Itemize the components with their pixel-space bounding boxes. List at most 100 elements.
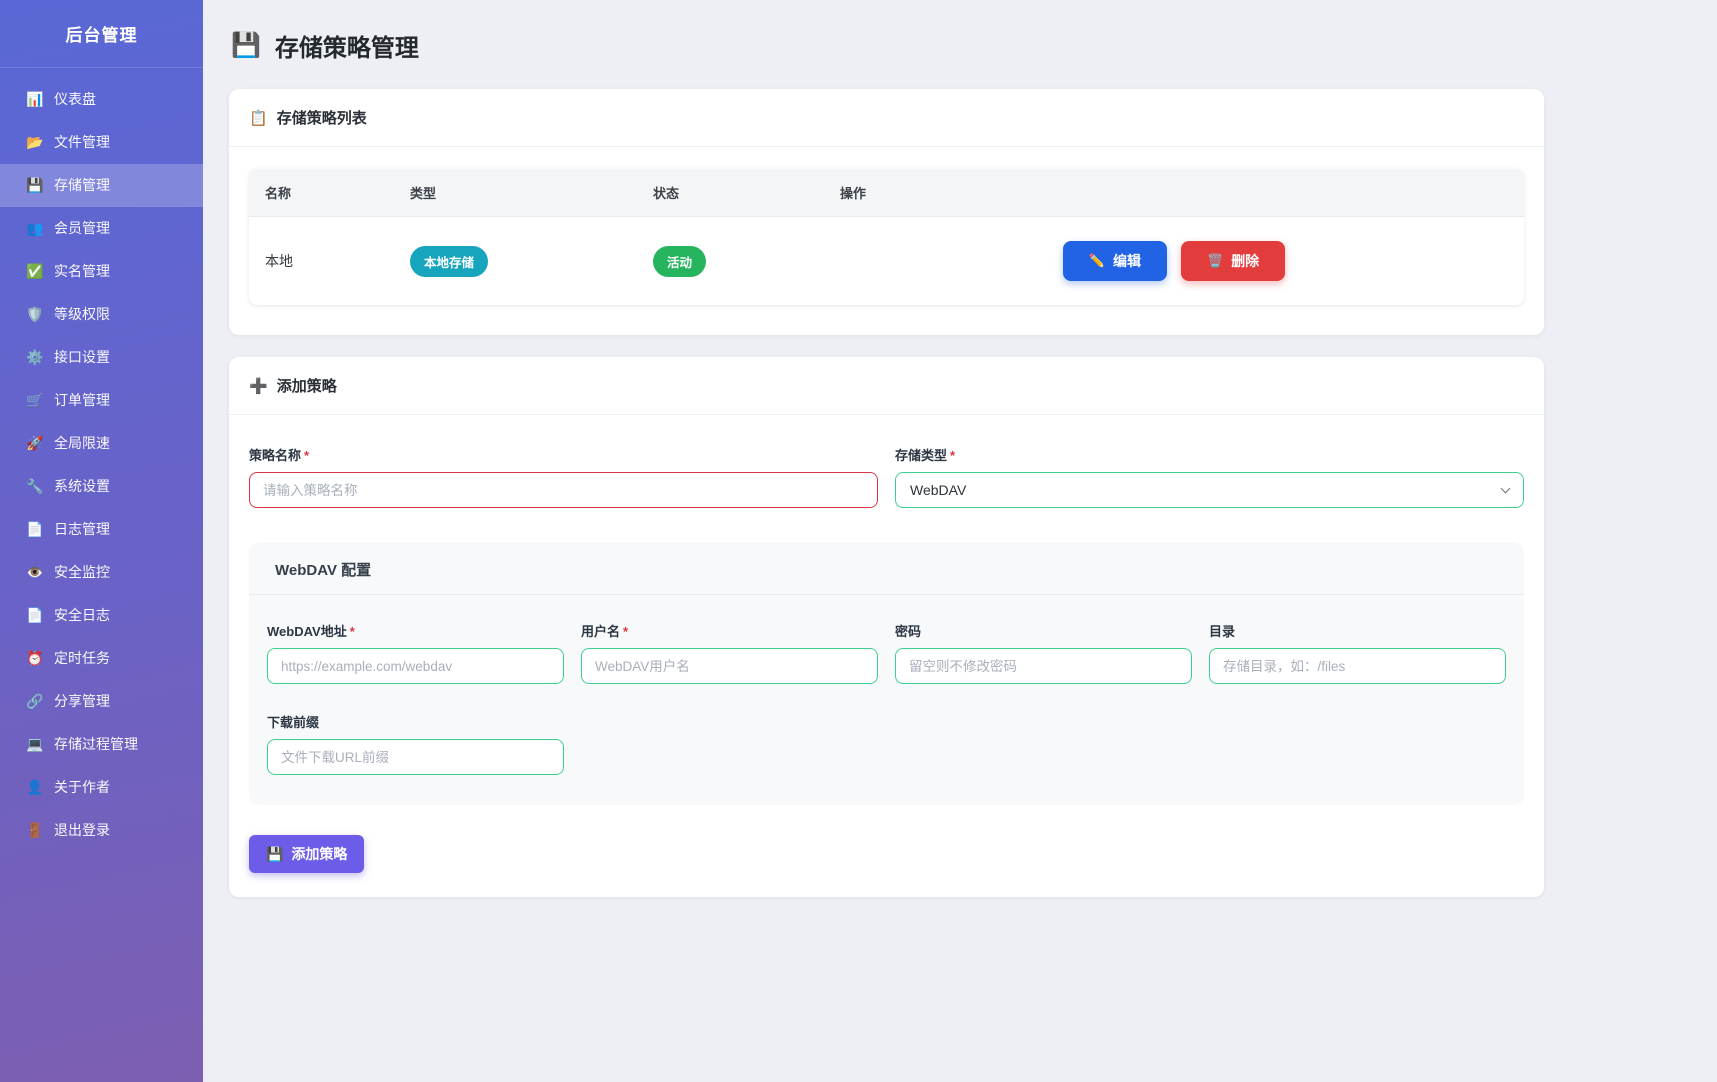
webdav-address-label: WebDAV地址*	[267, 621, 564, 640]
sidebar-item-procedures[interactable]: 💻 存储过程管理	[0, 723, 203, 766]
download-prefix-label: 下载前缀	[267, 712, 564, 731]
policy-table: 名称类型状态操作 本地 本地存储 活动 ✏️ 编辑	[249, 169, 1524, 305]
sidebar-item-realname[interactable]: ✅ 实名管理	[0, 250, 203, 293]
wrench-icon: 🔧	[26, 476, 44, 497]
sidebar-item-ratelimit[interactable]: 🚀全局限速	[0, 422, 203, 465]
link-icon: 🔗	[26, 691, 44, 712]
user-icon: 👤	[26, 777, 44, 798]
sidebar-item-files[interactable]: 📂 文件管理	[0, 121, 203, 164]
add-policy-form: 策略名称* 存储类型* WebDAV WebDAV 配置	[229, 415, 1544, 897]
policy-type-cell: 本地存储	[410, 246, 653, 277]
sidebar-item-label: 实名管理	[54, 261, 110, 282]
required-asterisk: *	[350, 624, 355, 639]
laptop-icon: 💻	[26, 734, 44, 755]
sidebar-item-label: 安全监控	[54, 562, 110, 583]
webdav-password-field: 密码	[895, 621, 1192, 684]
shield-icon: 🛡️	[26, 304, 44, 325]
storage-type-value: WebDAV	[910, 482, 966, 498]
pencil-icon: ✏️	[1089, 253, 1105, 269]
sidebar-item-members[interactable]: 👥 会员管理	[0, 207, 203, 250]
policy-name-input[interactable]	[249, 472, 878, 508]
webdav-config-section: WebDAV 配置 WebDAV地址* 用户名*	[249, 542, 1524, 805]
webdav-address-input[interactable]	[267, 648, 564, 684]
webdav-config-title: WebDAV 配置	[249, 542, 1524, 595]
sidebar-item-security-logs[interactable]: 📄安全日志	[0, 594, 203, 637]
sidebar-item-label: 接口设置	[54, 347, 110, 368]
download-prefix-input[interactable]	[267, 739, 564, 775]
webdav-directory-field: 目录	[1209, 621, 1506, 684]
add-policy-submit-button[interactable]: 💾 添加策略	[249, 835, 364, 873]
sidebar-item-storage[interactable]: 💾存储管理	[0, 164, 203, 207]
webdav-password-input[interactable]	[895, 648, 1192, 684]
trash-icon: 🗑️	[1207, 253, 1223, 269]
webdav-username-field: 用户名*	[581, 621, 878, 684]
add-policy-card: ➕ 添加策略 策略名称* 存储类型* WebDAV	[229, 357, 1544, 897]
sidebar-item-label: 会员管理	[54, 218, 110, 239]
sidebar-item-label: 文件管理	[54, 132, 110, 153]
cart-icon: 🛒	[26, 390, 44, 411]
users-icon: 👥	[26, 218, 44, 239]
add-policy-submit-label: 添加策略	[291, 844, 347, 864]
bar-chart-icon: 📊	[26, 89, 44, 110]
policy-list-card-header: 📋 存储策略列表	[229, 89, 1544, 147]
chevron-down-icon	[1501, 483, 1511, 493]
eye-icon: 👁️	[26, 562, 44, 583]
sidebar-item-label: 定时任务	[54, 648, 110, 669]
sidebar-item-api[interactable]: ⚙️接口设置	[0, 336, 203, 379]
floppy-disk-icon: 💾	[231, 31, 261, 60]
policy-list-title: 存储策略列表	[277, 107, 367, 128]
policy-name-field: 策略名称*	[249, 445, 878, 508]
sidebar-item-label: 订单管理	[54, 390, 110, 411]
policy-name-label: 策略名称*	[249, 445, 878, 464]
storage-type-select[interactable]: WebDAV	[895, 472, 1524, 508]
type-badge: 本地存储	[410, 246, 488, 277]
download-prefix-field: 下载前缀	[267, 712, 564, 775]
table-header-cell: 操作	[840, 183, 1508, 202]
sidebar-item-shares[interactable]: 🔗 分享管理	[0, 680, 203, 723]
floppy-disk-icon: 💾	[266, 846, 283, 863]
webdav-directory-input[interactable]	[1209, 648, 1506, 684]
webdav-username-input[interactable]	[581, 648, 878, 684]
sidebar-item-security-monitor[interactable]: 👁️ 安全监控	[0, 551, 203, 594]
sidebar-item-logout[interactable]: 🚪退出登录	[0, 809, 203, 852]
sidebar-item-label: 日志管理	[54, 519, 110, 540]
policy-table-header-row: 名称类型状态操作	[249, 169, 1524, 217]
document-icon: 📄	[26, 605, 44, 626]
clipboard-icon: 📋	[249, 109, 268, 127]
sidebar-item-dashboard[interactable]: 📊 仪表盘	[0, 78, 203, 121]
status-badge: 活动	[653, 246, 706, 277]
app-title: 后台管理	[0, 0, 203, 68]
delete-button[interactable]: 🗑️ 删除	[1181, 241, 1285, 281]
sidebar: 后台管理 📊 仪表盘 📂 文件管理 💾存储管理 👥 会员管理 ✅ 实名管理 🛡️ 等级权限 ⚙️接口设…	[0, 0, 203, 1082]
sidebar-item-cron[interactable]: ⏰定时任务	[0, 637, 203, 680]
sidebar-item-label: 关于作者	[54, 777, 110, 798]
webdav-address-field: WebDAV地址*	[267, 621, 564, 684]
check-mark-icon: ✅	[26, 261, 44, 282]
sidebar-item-levels[interactable]: 🛡️ 等级权限	[0, 293, 203, 336]
webdav-directory-label: 目录	[1209, 621, 1506, 640]
sidebar-item-label: 仪表盘	[54, 89, 96, 110]
required-asterisk: *	[950, 448, 955, 463]
sidebar-menu: 📊 仪表盘 📂 文件管理 💾存储管理 👥 会员管理 ✅ 实名管理 🛡️ 等级权限 ⚙️接口设置 🛒 订单管…	[0, 68, 203, 852]
sidebar-item-label: 等级权限	[54, 304, 110, 325]
sidebar-item-about[interactable]: 👤 关于作者	[0, 766, 203, 809]
sidebar-item-label: 系统设置	[54, 476, 110, 497]
main-content: 💾 存储策略管理 📋 存储策略列表 名称类型状态操作 本地 本地存储 活动	[203, 0, 1717, 1082]
sidebar-item-orders[interactable]: 🛒 订单管理	[0, 379, 203, 422]
sidebar-item-system[interactable]: 🔧 系统设置	[0, 465, 203, 508]
edit-button[interactable]: ✏️ 编辑	[1063, 241, 1167, 281]
document-icon: 📄	[26, 519, 44, 540]
folder-icon: 📂	[26, 132, 44, 153]
required-asterisk: *	[304, 448, 309, 463]
sidebar-item-logs[interactable]: 📄 日志管理	[0, 508, 203, 551]
plus-icon: ➕	[249, 377, 268, 395]
sidebar-item-label: 存储管理	[54, 175, 110, 196]
sidebar-item-label: 存储过程管理	[54, 734, 138, 755]
required-asterisk: *	[623, 624, 628, 639]
sidebar-item-label: 分享管理	[54, 691, 110, 712]
table-header-cell: 类型	[410, 183, 653, 202]
edit-button-label: 编辑	[1113, 251, 1141, 271]
policy-list-body: 名称类型状态操作 本地 本地存储 活动 ✏️ 编辑	[229, 147, 1544, 335]
policy-name-cell: 本地	[265, 251, 410, 271]
policy-actions-cell: ✏️ 编辑 🗑️ 删除	[840, 241, 1508, 281]
